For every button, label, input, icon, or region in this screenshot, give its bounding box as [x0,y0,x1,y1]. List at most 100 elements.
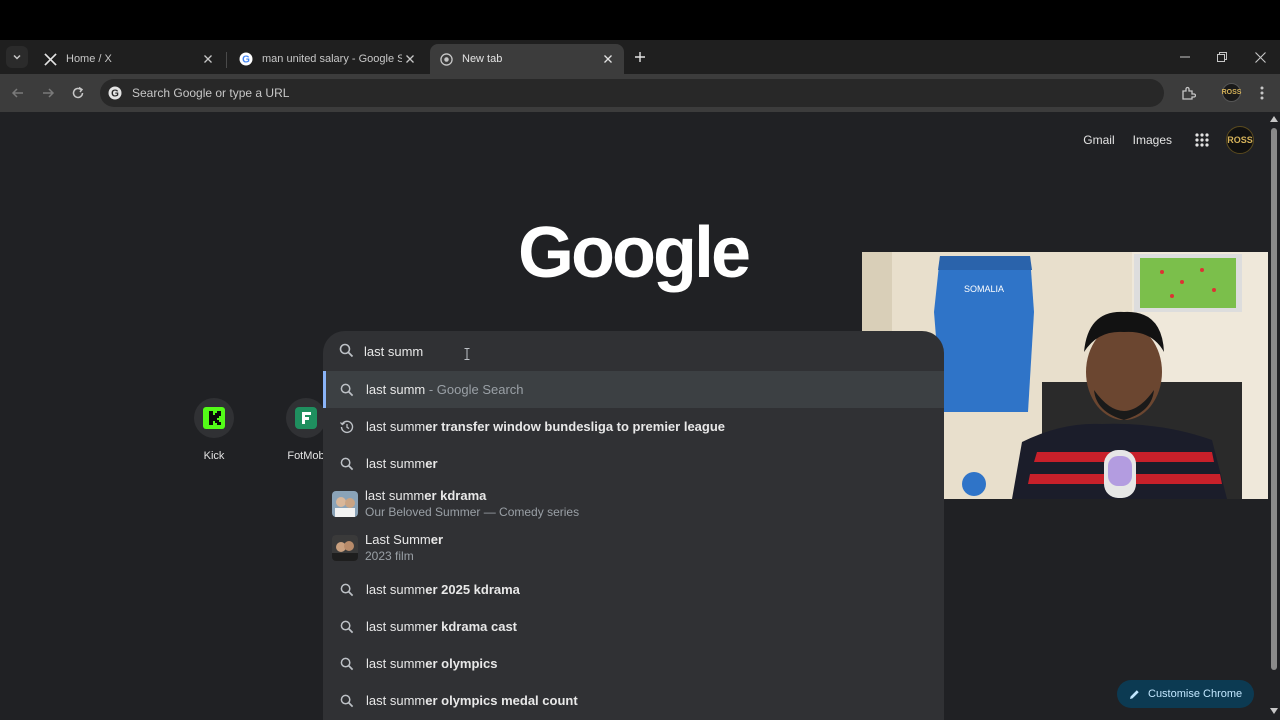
suggestion-entity-kdrama[interactable]: last summer kdrama Our Beloved Summer — … [323,482,944,526]
suggestion-completion: er kdrama [424,488,487,503]
minimize-button[interactable] [1176,48,1194,66]
account-avatar[interactable]: ROSS [1226,126,1254,154]
search-input[interactable] [364,343,460,359]
suggestion-history[interactable]: last summer transfer window bundesliga t… [323,408,944,445]
close-tab-icon[interactable] [600,51,616,67]
google-g-icon: G [238,51,254,67]
plus-icon [635,52,645,62]
forward-button[interactable] [38,83,58,103]
suggestion-prefix: Last Summ [365,532,431,547]
scroll-down-arrow-icon[interactable] [1270,708,1278,714]
images-link[interactable]: Images [1133,133,1172,147]
kick-icon [203,407,225,429]
suggestion-prefix: last summ [366,419,426,434]
close-tab-icon[interactable] [402,51,418,67]
search-icon [339,656,355,672]
restore-icon [1217,52,1227,62]
suggestion-text: last summer kdrama Our Beloved Summer — … [365,488,579,520]
search-icon [339,619,355,635]
suggestion-text: last summer olympics [366,656,498,671]
suggestion-item[interactable]: last summer kdrama cast [323,608,944,645]
tab-new-tab[interactable]: New tab [430,44,624,74]
suggestion-prefix: last summ [366,656,426,671]
profile-avatar-button[interactable]: ROSS [1222,83,1241,102]
suggestion-text: last summ [366,382,426,397]
shortcut-icon-wrap [194,398,234,438]
profile-badge-text: ROSS [1221,89,1242,96]
scroll-thumb[interactable] [1271,128,1277,670]
suggestion-subtitle: Our Beloved Summer — Comedy series [365,505,580,519]
tab-man-united-salary[interactable]: G man united salary - Google Sea [230,44,426,74]
suggestion-prefix: last summ [366,582,426,597]
suggestion-completion: er [430,532,444,547]
suggestion-completion: er olympics [425,656,498,671]
tab-strip: Home / X G man united salary - Google Se… [0,40,1280,74]
film-thumbnail [332,535,358,561]
suggestion-prefix: last summ [366,693,426,708]
shortcut-label: Kick [203,450,225,462]
svg-text:G: G [111,89,119,100]
suggestion-text: last summer [366,456,438,471]
top-links: Gmail Images ROSS [1083,112,1268,168]
kebab-menu-icon [1260,86,1264,100]
close-tab-icon[interactable] [200,51,216,67]
suggestion-text: last summer olympics medal count [366,693,578,708]
avatar-text: ROSS [1227,135,1253,145]
suggestion-completion: er kdrama cast [425,619,518,634]
arrow-right-icon [43,88,55,98]
google-apps-button[interactable] [1190,128,1214,152]
browser-toolbar: G [0,74,1280,112]
jersey-text: SOMALIA [964,284,1004,294]
suggestion-text: last summer kdrama cast [366,619,517,634]
page-scrollbar[interactable] [1268,112,1280,720]
reload-icon [72,86,84,99]
tab-search-button[interactable] [6,46,28,68]
search-icon [339,456,355,472]
suggestion-text: last summer 2025 kdrama [366,582,520,597]
pencil-icon [1129,689,1140,700]
google-g-icon: G [108,86,122,100]
history-icon [339,419,355,435]
screen-top-bar [0,0,1280,40]
gmail-link[interactable]: Gmail [1083,133,1114,147]
scroll-up-arrow-icon[interactable] [1270,116,1278,122]
reload-button[interactable] [68,83,88,103]
search-box[interactable] [323,331,944,371]
back-button[interactable] [8,83,28,103]
suggestion-entity-film[interactable]: Last Summer 2023 film [323,526,944,570]
close-window-button[interactable] [1251,48,1269,66]
grid-dots-icon [1195,133,1209,147]
suggestion-completion: er [425,456,438,471]
address-bar[interactable]: G [100,79,1164,107]
chevron-down-icon [13,54,21,60]
new-tab-button[interactable] [631,48,649,66]
chrome-menu-button[interactable] [1252,83,1272,103]
suggestion-text: last summer transfer window bundesliga t… [366,419,725,434]
customise-chrome-button[interactable]: Customise Chrome [1117,680,1254,708]
search-icon [339,693,355,709]
suggestion-item[interactable]: last summer olympics medal count [323,682,944,719]
suggestion-completion: er transfer window bundesliga to premier… [425,419,726,434]
search-icon [339,582,355,598]
google-logo: Google [518,213,751,293]
suggestion-prefix: last summ [366,619,426,634]
kdrama-thumbnail [332,491,358,517]
shortcut-icon-wrap [286,398,326,438]
suggestion-item[interactable]: last summer olympics [323,645,944,682]
extensions-button[interactable] [1178,83,1198,103]
address-input[interactable] [132,86,1032,100]
customise-label: Customise Chrome [1148,688,1243,700]
fotmob-icon [295,407,317,429]
text-cursor-icon [464,348,470,360]
suggestion-item[interactable]: last summer 2025 kdrama [323,571,944,608]
tab-home-x[interactable]: Home / X [34,44,224,74]
suggestion-google-search[interactable]: last summ - Google Search [323,371,944,408]
shortcut-kick[interactable]: Kick [184,398,244,462]
close-icon [1254,51,1266,63]
chrome-icon [438,51,454,67]
suggestion-item[interactable]: last summer [323,445,944,482]
restore-button[interactable] [1213,48,1231,66]
tab-title: man united salary - Google Sea [262,53,402,65]
arrow-left-icon [11,88,23,98]
new-tab-page: Gmail Images ROSS Google Kick FotMob SOM… [0,112,1268,720]
